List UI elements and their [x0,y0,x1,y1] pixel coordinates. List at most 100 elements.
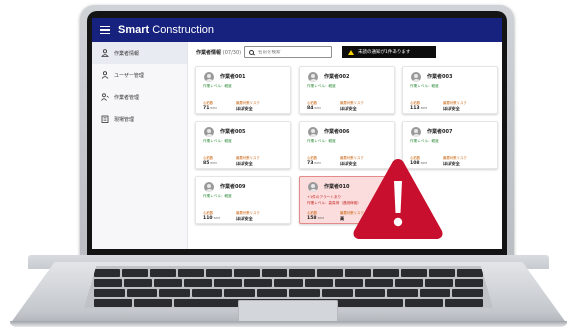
work-level: 作業レベル：軽度 [410,84,439,88]
risk-label: 最悪対策リスク [236,211,260,215]
search-box[interactable] [244,46,332,58]
user-icon [101,71,109,79]
sidebar-item-label: 作業者管理 [114,94,140,101]
heart-rate-unit: BPM [210,106,217,110]
risk-value: ほぼ安全 [236,106,253,111]
risk-label: 最悪対策リスク [443,156,467,160]
work-level: 作業レベル：軽度 [203,139,232,143]
worker-card[interactable]: 作業者001 作業レベル：軽度 心拍数 71BPM 最悪対策リスク ほぼ安全 [195,66,291,114]
heart-rate-unit: BPM [213,216,221,220]
key-row [84,269,493,277]
risk-value: 高 [340,216,345,221]
key-row [84,289,493,297]
sidebar: 作業者情報 ユーザー管理 作業者管理 現場管理 [92,42,188,249]
avatar [308,72,318,82]
notification-text: 未読の通知が1件あります [358,50,411,55]
risk-value: ほぼ安全 [236,161,253,166]
work-level: 作業レベル：軽度 [307,139,336,143]
worker-icon [101,49,109,57]
worker-manage-icon [101,93,109,101]
worker-name: 作業者001 [220,74,246,80]
heart-rate-number: 113 [410,106,420,111]
work-level: 作業レベル：軽度 [203,84,232,88]
sidebar-item-label: 作業者情報 [114,50,140,57]
toolbar: 作業者情報 (07/30) 未読の通知が1件あります [189,42,502,64]
heart-rate-label: 心拍数 [410,101,421,105]
avatar [411,72,421,82]
page-title: 作業者情報 (07/30) [196,49,241,56]
heart-rate-unit: BPM [420,106,428,110]
heart-rate-number: 110 [203,216,213,221]
worker-name: 作業者009 [220,184,246,190]
heart-rate-value: 85BPM [203,161,217,166]
menu-icon[interactable] [100,26,110,34]
heart-rate-label: 心拍数 [203,156,214,160]
worker-name: 作業者005 [220,129,246,135]
brand-rest: Construction [149,24,214,36]
worker-name: 作業者006 [324,129,350,135]
heart-rate-unit: BPM [317,216,325,220]
heart-rate-number: 73 [307,161,314,166]
search-icon [249,49,254,55]
work-level: 作業レベル：軽度 [203,194,232,198]
avatar [411,127,421,137]
heart-rate-number: 84 [307,106,314,111]
heart-rate-unit: BPM [210,161,217,165]
worker-name: 作業者010 [324,184,350,190]
risk-value: ほぼ安全 [443,106,460,111]
avatar [204,127,214,137]
heart-rate-number: 158 [307,216,317,221]
search-input[interactable] [258,49,328,55]
worker-card[interactable]: 作業者005 作業レベル：軽度 心拍数 85BPM 最悪対策リスク ほぼ安全 [195,121,291,169]
worker-name: 作業者007 [427,129,453,135]
key-row [84,279,493,287]
risk-label: 最悪対策リスク [340,101,364,105]
heart-rate-value: 113BPM [410,106,427,111]
alert-count: +1件のアラートあり [307,195,342,199]
warning-icon [353,159,443,239]
risk-label: 最悪対策リスク [236,101,260,105]
sidebar-item-label: 現場管理 [114,116,135,123]
sidebar-item-label: ユーザー管理 [114,72,144,79]
heart-rate-label: 心拍数 [307,211,318,215]
page-count: (07/30) [222,50,242,56]
avatar [308,182,318,192]
sidebar-item-worker-info[interactable]: 作業者情報 [92,42,187,64]
heart-rate-value: 73BPM [307,161,321,166]
heart-rate-value: 158BPM [307,216,324,221]
heart-rate-label: 心拍数 [307,101,318,105]
work-level: 作業レベル：軽度 [307,84,336,88]
sidebar-item-user-management[interactable]: ユーザー管理 [92,64,187,86]
trackpad[interactable] [238,300,338,322]
worker-card[interactable]: 作業者002 作業レベル：軽度 心拍数 84BPM 最悪対策リスク ほぼ安全 [299,66,395,114]
heart-rate-unit: BPM [314,161,321,165]
page-title-text: 作業者情報 [196,50,222,56]
heart-rate-value: 84BPM [307,106,321,111]
notification-banner[interactable]: 未読の通知が1件あります [342,46,436,58]
worker-name: 作業者003 [427,74,453,80]
risk-value: ほぼ安全 [236,216,253,221]
heart-rate-value: 110BPM [203,216,220,221]
heart-rate-value: 71BPM [203,106,217,111]
avatar [308,127,318,137]
warning-small-icon [348,49,354,55]
sidebar-item-worker-management[interactable]: 作業者管理 [92,86,187,108]
worker-name: 作業者002 [324,74,350,80]
work-level: 作業レベル：軽度 [410,139,439,143]
brand-bold: Smart [118,24,150,36]
laptop-bottom-edge [10,321,567,327]
heart-rate-label: 心拍数 [307,156,318,160]
heart-rate-unit: BPM [314,106,321,110]
avatar [204,182,214,192]
worker-card[interactable]: 作業者009 作業レベル：軽度 心拍数 110BPM 最悪対策リスク ほぼ安全 [195,176,291,224]
risk-label: 最悪対策リスク [236,156,260,160]
heart-rate-number: 71 [203,106,210,111]
avatar [204,72,214,82]
main-content: 作業者情報 (07/30) 未読の通知が1件あります 作業者001 作業レベル：… [189,42,502,249]
app-header: Smart Construction [92,18,502,42]
heart-rate-label: 心拍数 [203,211,214,215]
building-icon [101,115,109,123]
heart-rate-number: 85 [203,161,210,166]
worker-card[interactable]: 作業者003 作業レベル：軽度 心拍数 113BPM 最悪対策リスク ほぼ安全 [402,66,498,114]
sidebar-item-site-management[interactable]: 現場管理 [92,108,187,130]
